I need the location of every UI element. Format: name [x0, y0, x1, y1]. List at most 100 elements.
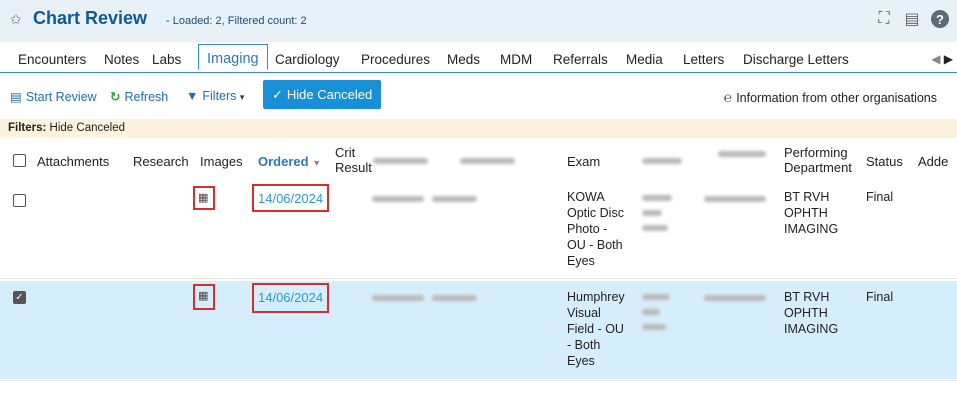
- column-ordered[interactable]: Ordered ▼: [258, 154, 321, 171]
- external-info-icon: ℮: [723, 89, 733, 105]
- print-icon[interactable]: ▤: [903, 10, 921, 28]
- crit-label-2: Result: [335, 160, 372, 175]
- tab-bar: Encounters Notes Labs Imaging Cardiology…: [0, 44, 957, 73]
- table-row[interactable]: ▦ 14/06/2024 KOWA Optic Disc Photo - OU …: [0, 183, 957, 279]
- tab-cardiology[interactable]: Cardiology: [275, 52, 340, 67]
- tab-imaging[interactable]: Imaging: [198, 44, 268, 70]
- provider-redacted: [642, 210, 662, 216]
- provider-redacted: [642, 324, 666, 330]
- exam-line: OU - Both: [567, 238, 623, 252]
- refresh-label: Refresh: [124, 90, 169, 104]
- page-title: Chart Review: [33, 8, 148, 28]
- department-line: BT RVH: [784, 290, 830, 304]
- hide-canceled-label: Hide Canceled: [286, 87, 373, 102]
- exam-line: KOWA: [567, 190, 605, 204]
- tab-media[interactable]: Media: [626, 52, 663, 67]
- highlight-box: [193, 186, 215, 210]
- column-research[interactable]: Research: [133, 154, 189, 169]
- performing-department: BT RVH OPHTH IMAGING: [784, 289, 838, 337]
- column-performed-redacted: [460, 158, 515, 164]
- help-icon[interactable]: ?: [931, 10, 949, 28]
- chevron-left-icon[interactable]: ◀: [931, 52, 940, 66]
- status-text: Final: [866, 290, 894, 304]
- hide-canceled-button[interactable]: ✓ Hide Canceled: [263, 80, 382, 109]
- status-text: Final: [866, 190, 894, 204]
- accession-redacted: [704, 196, 766, 202]
- active-filters-bar: Filters: Hide Canceled: [0, 119, 957, 138]
- tab-labs[interactable]: Labs: [152, 52, 181, 67]
- tab-procedures[interactable]: Procedures: [361, 52, 430, 67]
- clipboard-icon: ▤: [10, 90, 22, 104]
- tab-encounters[interactable]: Encounters: [18, 52, 86, 67]
- tab-referrals[interactable]: Referrals: [553, 52, 608, 67]
- tab-mdm[interactable]: MDM: [500, 52, 532, 67]
- column-scheduled-redacted: [373, 158, 428, 164]
- department-line: IMAGING: [784, 222, 839, 236]
- table-bottom-border: [0, 380, 957, 381]
- exam-line: Eyes: [567, 254, 595, 268]
- tab-notes[interactable]: Notes: [104, 52, 139, 67]
- exam-name: Humphrey Visual Field - OU - Both Eyes: [567, 289, 625, 369]
- column-status[interactable]: Status: [866, 154, 903, 169]
- tab-meds[interactable]: Meds: [447, 52, 480, 67]
- crit-label-1: Crit: [335, 145, 356, 160]
- caret-down-icon: ▾: [239, 92, 245, 102]
- row-checkbox[interactable]: [13, 194, 26, 207]
- checkmark-icon: ✓: [272, 86, 283, 102]
- column-addendum[interactable]: Adde: [918, 154, 948, 169]
- row-checkbox-checked[interactable]: ✓: [13, 291, 26, 304]
- performing-department: BT RVH OPHTH IMAGING: [784, 189, 838, 237]
- highlight-box: [252, 184, 329, 212]
- column-provider-redacted: [642, 158, 682, 164]
- column-ordered-label: Ordered: [258, 154, 309, 169]
- exam-line: - Both: [567, 338, 601, 352]
- provider-redacted: [642, 195, 672, 201]
- perf-label-1: Performing: [784, 145, 848, 160]
- perf-label-2: Department: [784, 160, 852, 175]
- column-images[interactable]: Images: [200, 154, 243, 169]
- select-all-checkbox[interactable]: [13, 154, 26, 167]
- column-crit-result[interactable]: Crit Result: [335, 145, 372, 175]
- filters-bar-label: Filters:: [8, 122, 47, 134]
- department-line: OPHTH: [784, 206, 828, 220]
- filters-dropdown[interactable]: ▼ Filters ▾: [186, 89, 244, 103]
- column-accession-redacted: [718, 151, 766, 157]
- exam-line: Visual: [567, 306, 601, 320]
- table-row-selected[interactable]: ✓ ▦ 14/06/2024 Humphrey Visual Field - O…: [0, 281, 957, 379]
- title-bar: ✩ Chart Review - Loaded: 2, Filtered cou…: [0, 0, 957, 42]
- filters-label: Filters: [202, 89, 237, 103]
- exam-name: KOWA Optic Disc Photo - OU - Both Eyes: [567, 189, 624, 269]
- start-review-button[interactable]: ▤ Start Review: [10, 89, 97, 104]
- other-orgs-link[interactable]: ℮ Information from other organisations: [724, 89, 937, 105]
- other-orgs-label: Information from other organisations: [736, 91, 937, 105]
- tab-scroll-arrows[interactable]: ◀ ▶: [931, 52, 953, 66]
- expand-icon[interactable]: ⛶: [875, 10, 893, 28]
- highlight-box: [252, 283, 329, 313]
- highlight-box: [193, 284, 215, 310]
- chevron-right-icon[interactable]: ▶: [944, 52, 953, 66]
- filters-bar-value: Hide Canceled: [49, 122, 125, 134]
- toolbar: ▤ Start Review ↻ Refresh ▼ Filters ▾ ✓ Hide …: [0, 80, 957, 112]
- performed-redacted: [432, 196, 477, 202]
- refresh-button[interactable]: ↻ Refresh: [110, 89, 168, 104]
- department-line: IMAGING: [784, 322, 839, 336]
- favorite-star-icon[interactable]: ✩: [10, 11, 22, 28]
- scheduled-redacted: [372, 196, 424, 202]
- column-attachments[interactable]: Attachments: [37, 154, 109, 169]
- tab-discharge-letters[interactable]: Discharge Letters: [743, 52, 849, 67]
- start-review-label: Start Review: [25, 90, 97, 104]
- sort-desc-icon: ▼: [312, 158, 322, 168]
- department-line: OPHTH: [784, 306, 828, 320]
- column-exam[interactable]: Exam: [567, 154, 600, 169]
- column-performing-department[interactable]: Performing Department: [784, 145, 852, 175]
- exam-line: Photo -: [567, 222, 608, 236]
- table-header: Attachments Research Images Ordered ▼ Cr…: [0, 141, 957, 184]
- tab-letters[interactable]: Letters: [683, 52, 724, 67]
- exam-line: Humphrey: [567, 290, 625, 304]
- provider-redacted: [642, 294, 670, 300]
- exam-line: Optic Disc: [567, 206, 624, 220]
- exam-line: Field - OU: [567, 322, 624, 336]
- filter-icon: ▼: [186, 89, 199, 103]
- accession-redacted: [704, 295, 766, 301]
- provider-redacted: [642, 225, 668, 231]
